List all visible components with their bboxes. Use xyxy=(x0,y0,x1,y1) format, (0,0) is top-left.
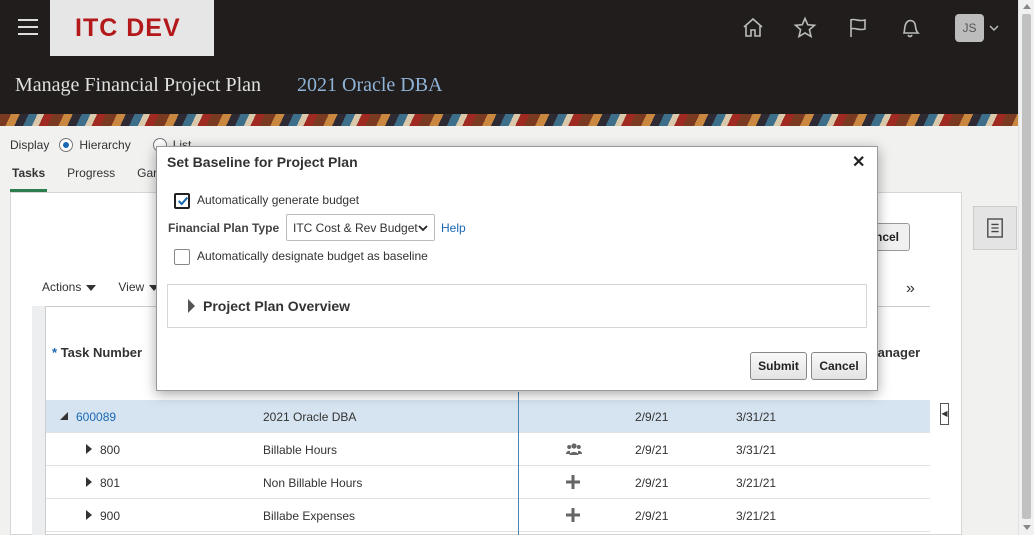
expand-triangle-icon[interactable] xyxy=(86,477,92,487)
scroll-down-icon[interactable] xyxy=(1023,525,1031,530)
actions-menu[interactable]: Actions xyxy=(42,280,97,294)
caret-down-icon xyxy=(86,284,97,291)
notifications-bell-icon[interactable] xyxy=(898,16,922,40)
task-number-link[interactable]: 600089 xyxy=(76,410,116,424)
gantt-splitter[interactable] xyxy=(518,392,519,535)
column-header-task-number-label: Task Number xyxy=(60,345,143,360)
set-baseline-dialog: Set Baseline for Project Plan ✕ Automati… xyxy=(156,146,878,391)
task-finish-date: 3/21/21 xyxy=(736,509,777,523)
financial-plan-type-select[interactable]: ITC Cost & Rev Budget xyxy=(286,214,435,241)
expand-triangle-icon[interactable] xyxy=(188,299,195,313)
logo[interactable]: ITC DEV xyxy=(50,0,214,56)
task-start-date: 2/9/21 xyxy=(635,509,669,523)
page-subtitle: 2021 Oracle DBA xyxy=(297,74,443,96)
decorative-banner xyxy=(0,114,1018,126)
table-row[interactable]: 801 Non Billable Hours 2/9/21 3/21/21 xyxy=(46,466,930,499)
scroll-up-icon[interactable] xyxy=(1023,4,1031,9)
favorites-star-icon[interactable] xyxy=(793,16,817,40)
auto-designate-baseline-label: Automatically designate budget as baseli… xyxy=(197,249,428,263)
auto-generate-budget-label: Automatically generate budget xyxy=(197,193,360,207)
task-number: 900 xyxy=(100,509,121,523)
column-header-manager[interactable]: lanager xyxy=(874,345,920,360)
navigator-menu-icon[interactable] xyxy=(18,19,38,35)
logo-text: ITC DEV xyxy=(75,13,181,42)
plus-icon[interactable] xyxy=(566,475,580,492)
hierarchy-radio[interactable] xyxy=(59,138,74,152)
home-icon[interactable] xyxy=(741,16,765,40)
user-initials: JS xyxy=(962,21,977,35)
people-icon[interactable] xyxy=(566,442,582,459)
chevron-down-icon[interactable] xyxy=(988,22,1000,34)
financial-plan-type-value: ITC Cost & Rev Budget xyxy=(293,221,418,235)
hierarchy-radio-label: Hierarchy xyxy=(79,138,131,152)
task-name: Billable Hours xyxy=(263,443,338,457)
auto-generate-budget-checkbox[interactable] xyxy=(174,193,190,209)
tab-tasks[interactable]: Tasks xyxy=(10,160,48,192)
watchlist-flag-icon[interactable] xyxy=(846,16,870,40)
dialog-title: Set Baseline for Project Plan xyxy=(167,154,358,170)
cancel-button[interactable]: Cancel xyxy=(811,352,867,380)
task-name: Billabe Expenses xyxy=(263,509,356,523)
table-row[interactable]: 600089 2021 Oracle DBA 2/9/21 3/31/21 xyxy=(46,400,930,433)
task-number: 801 xyxy=(100,476,121,490)
task-number: 800 xyxy=(100,443,121,457)
collapse-triangle-icon[interactable] xyxy=(60,412,68,420)
project-plan-overview-section[interactable]: Project Plan Overview xyxy=(167,284,867,328)
project-plan-overview-label: Project Plan Overview xyxy=(203,298,351,314)
expand-triangle-icon[interactable] xyxy=(86,444,92,454)
user-avatar[interactable]: JS xyxy=(955,14,984,42)
display-label: Display xyxy=(10,138,50,152)
task-finish-date: 3/21/21 xyxy=(736,476,777,490)
collapse-pane-handle[interactable]: ◀ xyxy=(940,403,949,425)
tab-progress[interactable]: Progress xyxy=(65,160,117,192)
task-start-date: 2/9/21 xyxy=(635,443,669,457)
expand-triangle-icon[interactable] xyxy=(86,510,92,520)
chevron-down-icon xyxy=(418,225,428,232)
task-start-date: 2/9/21 xyxy=(635,410,669,424)
page-title: Manage Financial Project Plan xyxy=(15,74,262,96)
help-link[interactable]: Help xyxy=(441,221,466,235)
view-menu-label: View xyxy=(118,280,145,294)
checkmark-icon xyxy=(177,196,189,206)
submit-button[interactable]: Submit xyxy=(750,352,807,380)
page-scrollbar[interactable] xyxy=(1018,0,1034,535)
table-row[interactable]: 900 Billabe Expenses 2/9/21 3/21/21 xyxy=(46,499,930,532)
close-icon[interactable]: ✕ xyxy=(852,152,865,172)
global-header: ITC DEV JS xyxy=(0,0,1018,56)
auto-designate-baseline-checkbox[interactable] xyxy=(174,249,190,265)
required-marker: * xyxy=(52,345,58,360)
document-icon xyxy=(987,218,1003,238)
table-row[interactable]: 800 Billable Hours 2/9/21 3/31/21 xyxy=(46,433,930,466)
actions-menu-label: Actions xyxy=(42,280,82,294)
tab-bar: Tasks Progress Gar xyxy=(10,160,159,192)
side-panel-button[interactable] xyxy=(973,206,1017,250)
task-name: 2021 Oracle DBA xyxy=(263,410,357,424)
column-header-task-number[interactable]: * Task Number xyxy=(52,345,142,360)
view-menu[interactable]: View xyxy=(118,280,160,294)
table-toolbar: Actions View xyxy=(42,280,160,294)
scrollbar-thumb[interactable] xyxy=(1022,14,1031,519)
task-finish-date: 3/31/21 xyxy=(736,443,777,457)
task-finish-date: 3/31/21 xyxy=(736,410,777,424)
task-start-date: 2/9/21 xyxy=(635,476,669,490)
page-title-bar: Manage Financial Project Plan 2021 Oracl… xyxy=(0,56,1018,114)
task-name: Non Billable Hours xyxy=(263,476,363,490)
plus-icon[interactable] xyxy=(566,508,580,525)
double-chevron-right-icon[interactable]: » xyxy=(906,280,915,298)
financial-plan-type-label: Financial Plan Type xyxy=(168,221,280,235)
row-gutter xyxy=(32,306,46,535)
